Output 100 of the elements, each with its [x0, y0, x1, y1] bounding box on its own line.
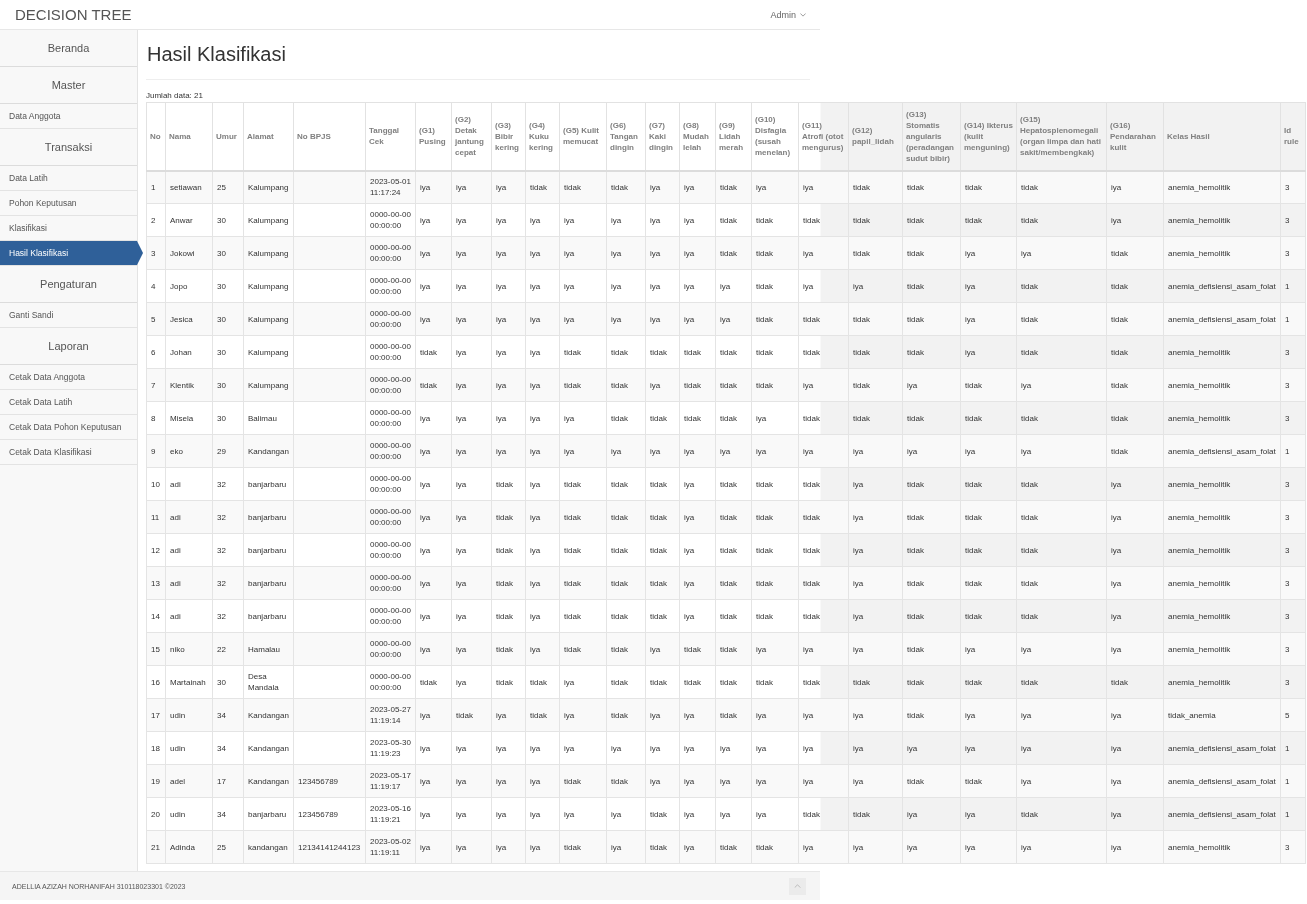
column-header: (G8) Mudah lelah: [679, 102, 716, 171]
table-cell: iya: [606, 269, 646, 303]
table-cell: iya: [848, 731, 903, 765]
table-cell: Kalumpang: [243, 170, 294, 204]
sidebar-heading: Pengaturan: [0, 266, 137, 303]
table-cell: anemia_defisiensi_asam_folat: [1163, 731, 1281, 765]
table-cell: iya: [415, 599, 452, 633]
sidebar-link[interactable]: Ganti Sandi: [0, 303, 137, 328]
table-cell: iya: [559, 236, 607, 270]
table-cell: iya: [798, 236, 849, 270]
table-cell: iya: [645, 731, 680, 765]
table-cell: iya: [559, 698, 607, 732]
table-cell: iya: [902, 368, 961, 402]
app-brand[interactable]: DECISION TREE: [15, 5, 132, 24]
column-header: Tanggal Cek: [365, 102, 416, 171]
table-cell: iya: [1016, 830, 1107, 864]
table-cell: 3: [1280, 467, 1306, 501]
column-header: (G11) Atrofi (otot mengurus): [798, 102, 849, 171]
table-cell: anemia_hemolitik: [1163, 533, 1281, 567]
table-cell: 0000-00-00 00:00:00: [365, 665, 416, 699]
sidebar-link[interactable]: Pohon Keputusan: [0, 191, 137, 216]
table-cell: tidak: [1106, 665, 1164, 699]
table-cell: iya: [751, 434, 799, 468]
table-cell: iya: [902, 434, 961, 468]
table-cell: tidak: [1016, 599, 1107, 633]
table-cell: banjarbaru: [243, 566, 294, 600]
chevron-up-icon: [794, 884, 801, 888]
table-cell: tidak: [715, 335, 752, 369]
table-cell: 19: [146, 764, 166, 798]
table-cell: iya: [679, 797, 716, 831]
table-cell: iya: [415, 203, 452, 237]
table-cell: iya: [1106, 500, 1164, 534]
table-cell: tidak: [902, 302, 961, 336]
user-menu-button[interactable]: Admin: [770, 7, 806, 22]
sidebar-link[interactable]: Cetak Data Pohon Keputusan: [0, 415, 137, 440]
column-header: (G12) papil_lidah: [848, 102, 903, 171]
sidebar-link[interactable]: Cetak Data Latih: [0, 390, 137, 415]
table-cell: iya: [559, 203, 607, 237]
table-cell: tidak: [751, 236, 799, 270]
sidebar-link[interactable]: Data Anggota: [0, 104, 137, 129]
table-cell: tidak: [902, 170, 961, 204]
table-cell: 21: [146, 830, 166, 864]
table-cell: 12134141244123: [293, 830, 366, 864]
sidebar-link[interactable]: Data Latih: [0, 166, 137, 191]
table-cell: iya: [1016, 731, 1107, 765]
table-cell: 3: [1280, 335, 1306, 369]
scroll-top-button[interactable]: [789, 877, 806, 895]
table-cell: iya: [848, 830, 903, 864]
table-cell: iya: [645, 269, 680, 303]
table-cell: 0000-00-00 00:00:00: [365, 632, 416, 666]
table-cell: adi: [165, 467, 213, 501]
column-header: (G13) Stomatis angularis (peradangan sudut bibir): [902, 102, 961, 171]
table-cell: tidak: [902, 599, 961, 633]
table-cell: iya: [1106, 533, 1164, 567]
table-cell: iya: [1016, 632, 1107, 666]
table-cell: iya: [902, 797, 961, 831]
table-cell: anemia_hemolitik: [1163, 401, 1281, 435]
sidebar-heading: Master: [0, 67, 137, 104]
table-cell: tidak: [902, 698, 961, 732]
table-cell: 0000-00-00 00:00:00: [365, 467, 416, 501]
table-cell: 0000-00-00 00:00:00: [365, 203, 416, 237]
table-cell: anemia_hemolitik: [1163, 665, 1281, 699]
table-cell: iya: [525, 203, 560, 237]
table-cell: tidak: [902, 500, 961, 534]
column-header: No BPJS: [293, 102, 366, 171]
table-cell: iya: [798, 632, 849, 666]
table-cell: iya: [960, 302, 1017, 336]
table-cell: tidak: [798, 533, 849, 567]
table-cell: iya: [848, 533, 903, 567]
table-cell: iya: [679, 203, 716, 237]
table-cell: iya: [1016, 698, 1107, 732]
table-cell: Jokowi: [165, 236, 213, 270]
table-cell: iya: [415, 269, 452, 303]
table-cell: 13: [146, 566, 166, 600]
table-cell: tidak: [606, 335, 646, 369]
table-cell: iya: [1106, 566, 1164, 600]
table-cell: anemia_hemolitik: [1163, 467, 1281, 501]
table-cell: iya: [1106, 599, 1164, 633]
table-cell: iya: [491, 269, 526, 303]
page-title: Hasil Klasifikasi: [146, 43, 286, 65]
table-cell: tidak: [960, 401, 1017, 435]
table-cell: anemia_hemolitik: [1163, 335, 1281, 369]
table-cell: anemia_hemolitik: [1163, 203, 1281, 237]
table-cell: 16: [146, 665, 166, 699]
table-cell: iya: [848, 764, 903, 798]
table-cell: Martainah: [165, 665, 213, 699]
table-cell: tidak: [491, 665, 526, 699]
table-cell: tidak: [902, 401, 961, 435]
table-cell: 34: [212, 797, 244, 831]
table-cell: anemia_defisiensi_asam_folat: [1163, 764, 1281, 798]
sidebar-link[interactable]: Cetak Data Klasifikasi: [0, 440, 137, 465]
sidebar-link[interactable]: Cetak Data Anggota: [0, 365, 137, 390]
table-cell: iya: [751, 170, 799, 204]
table-cell: iya: [751, 797, 799, 831]
table-cell: iya: [415, 731, 452, 765]
table-cell: 1: [1280, 731, 1306, 765]
table-cell: tidak: [491, 533, 526, 567]
table-cell: tidak: [960, 170, 1017, 204]
table-cell: tidak: [902, 665, 961, 699]
table-cell: iya: [751, 731, 799, 765]
